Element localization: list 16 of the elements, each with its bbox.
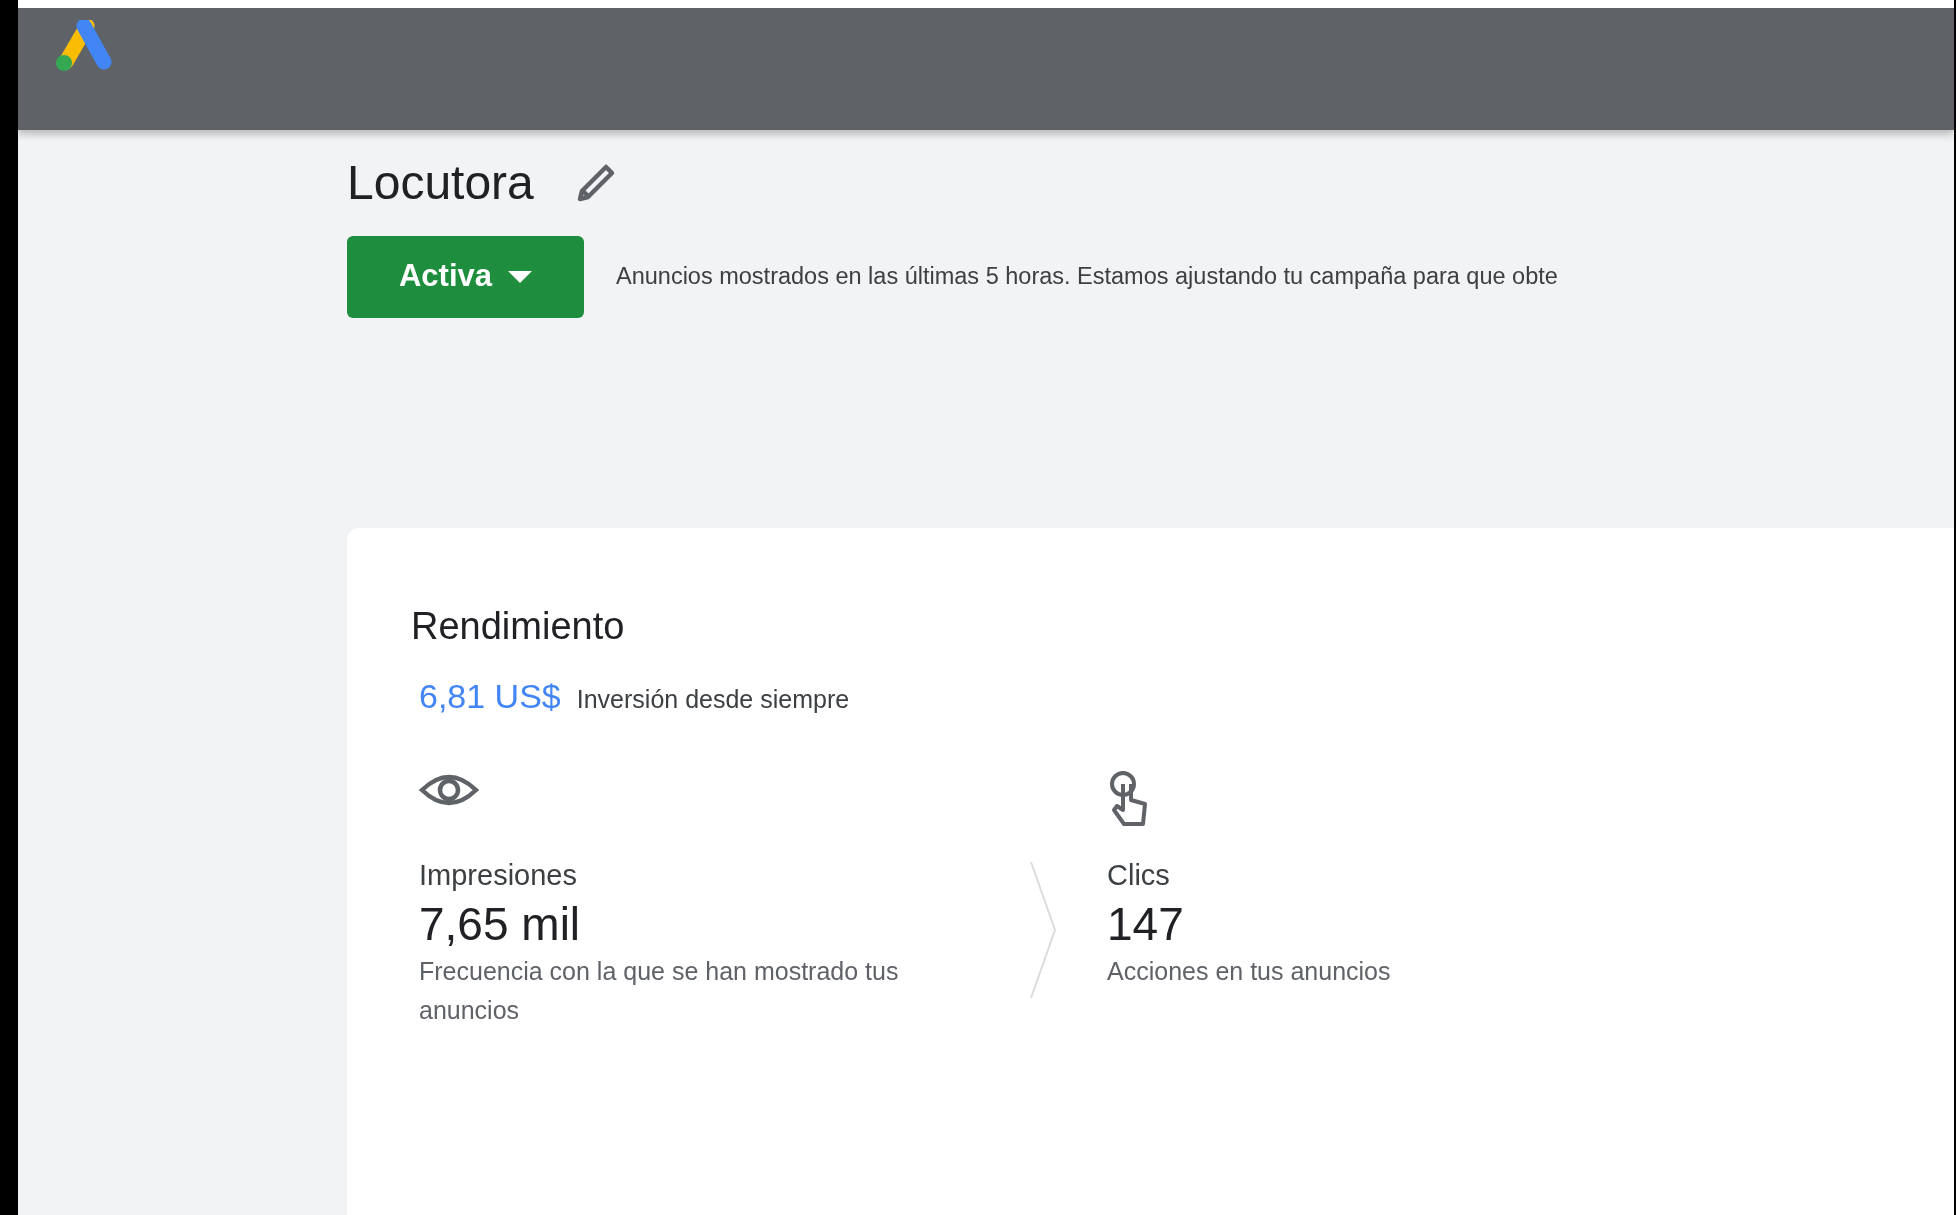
metric-label: Clics bbox=[1107, 857, 1171, 893]
metric-label: Impresiones bbox=[419, 857, 578, 893]
metric-value: 7,65 mil bbox=[419, 897, 582, 953]
status-message: Anuncios mostrados en las últimas 5 horas. Estamos ajustando tu campaña para que obte bbox=[615, 261, 1558, 291]
campaign-title: Locutora bbox=[347, 155, 534, 211]
status-dropdown[interactable]: Activa bbox=[347, 235, 584, 318]
spend-label: Inversión desde siempre bbox=[576, 683, 850, 715]
caret-icon bbox=[508, 269, 532, 284]
metric-value: 147 bbox=[1107, 897, 1185, 953]
metric-description: Frecuencia con la que se han mostrado tus anuncios bbox=[419, 956, 900, 1027]
tap-hand-icon bbox=[1107, 769, 1149, 828]
card-title: Rendimiento bbox=[411, 603, 626, 649]
app-logo-icon[interactable] bbox=[54, 20, 114, 72]
chevron-divider-icon bbox=[1029, 859, 1059, 1000]
metric-description: Acciones en tus anuncios bbox=[1107, 956, 1392, 988]
spend-amount: 6,81 US$ bbox=[419, 675, 561, 717]
